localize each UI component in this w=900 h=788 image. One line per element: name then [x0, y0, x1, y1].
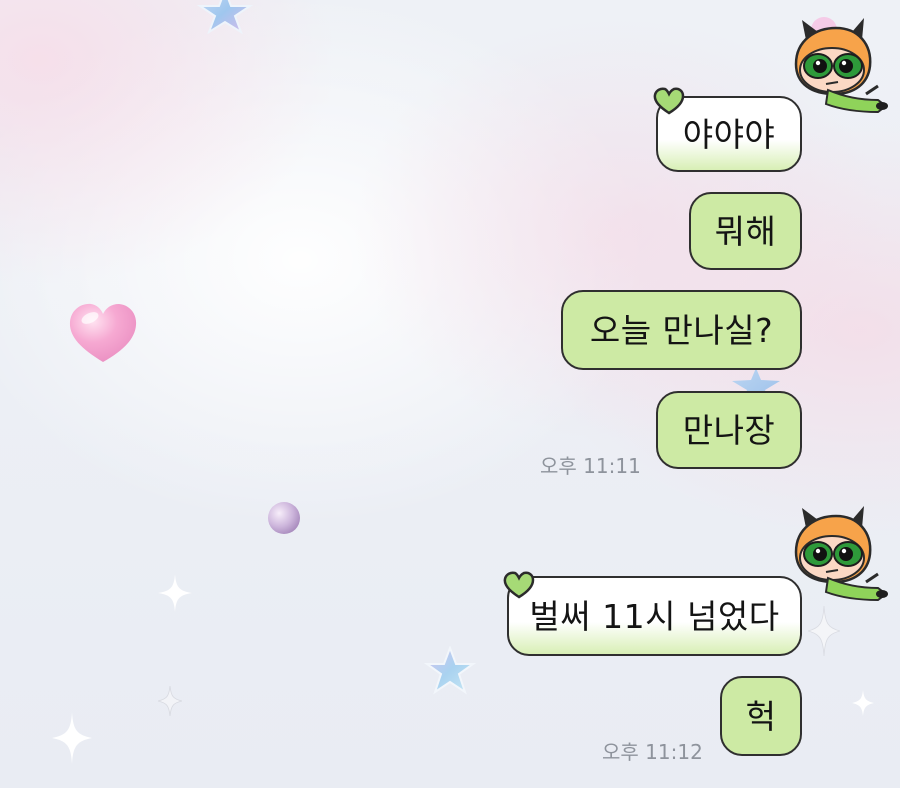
pearl-icon [268, 502, 300, 534]
sparkle-icon-5 [852, 690, 874, 716]
star-icon-top [196, 0, 254, 34]
message-bubble[interactable]: 벌써 11시 넘었다 [507, 576, 802, 656]
message-bubble[interactable]: 만나장 [656, 391, 802, 469]
sparkle-icon-4 [808, 606, 840, 656]
sparkle-icon-1 [158, 574, 192, 612]
message-bubble[interactable]: 뭐해 [689, 192, 802, 270]
message-bubble[interactable]: 헉 [720, 676, 802, 756]
star-icon-bottom [424, 646, 476, 695]
message-bubble[interactable]: 오늘 만나실? [561, 290, 802, 370]
buttercup-avatar-icon [794, 17, 888, 114]
message-timestamp: 오후 11:11 [540, 454, 641, 478]
sparkle-icon-3 [52, 712, 92, 764]
green-heart-tag-icon [653, 87, 685, 115]
pink-heart-icon [69, 303, 137, 362]
message-timestamp: 오후 11:12 [602, 740, 703, 764]
green-heart-tag-icon [503, 571, 535, 599]
sparkle-icon-2 [158, 686, 182, 716]
